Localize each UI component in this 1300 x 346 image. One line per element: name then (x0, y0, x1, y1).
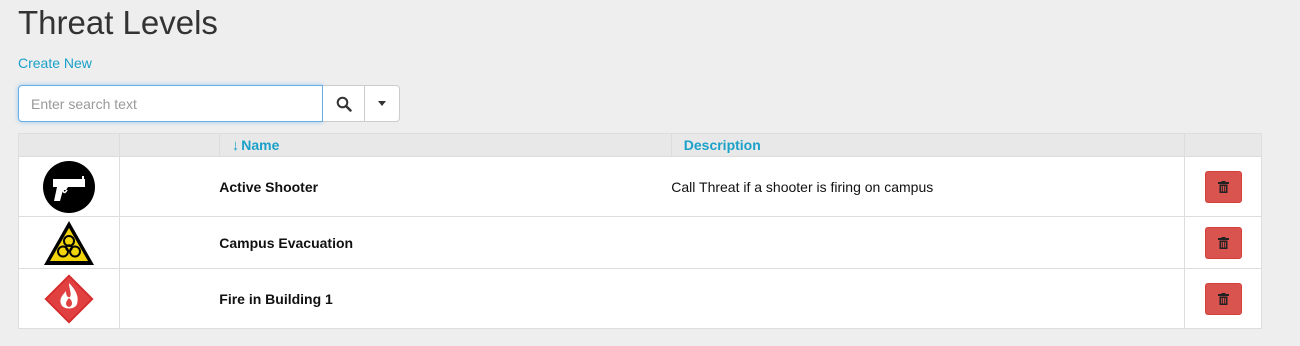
fire-diamond-icon (41, 271, 97, 326)
biohazard-warning-icon (43, 220, 94, 265)
row-name: Fire in Building 1 (219, 268, 672, 329)
row-actions-cell (1184, 156, 1262, 217)
delete-button[interactable] (1204, 170, 1242, 203)
name-column-header[interactable]: ↓ Name (218, 133, 672, 157)
table-row[interactable]: Active Shooter Call Threat if a shooter … (18, 156, 1262, 217)
row-icon-cell (18, 156, 120, 217)
name-column-label: Name (241, 137, 280, 153)
row-description (671, 268, 1185, 329)
spacer-column-header (118, 133, 220, 157)
actions-column-header (1184, 133, 1262, 157)
table-row[interactable]: Campus Evacuation (18, 216, 1262, 269)
create-new-link[interactable]: Create New (18, 55, 92, 71)
row-actions-cell (1184, 268, 1262, 329)
sort-down-arrow-icon: ↓ (231, 136, 240, 154)
table-row[interactable]: Fire in Building 1 (18, 268, 1262, 329)
row-name: Campus Evacuation (219, 216, 672, 269)
page: Threat Levels Create New ↓ Name (0, 0, 1300, 346)
row-actions-cell (1184, 216, 1262, 269)
trash-icon (1217, 180, 1229, 193)
caret-down-icon (378, 101, 386, 106)
search-input[interactable] (18, 85, 323, 122)
row-description (671, 216, 1185, 269)
search-button[interactable] (323, 85, 365, 122)
row-description: Call Threat if a shooter is firing on ca… (671, 156, 1185, 217)
page-title: Threat Levels (18, 4, 218, 41)
search-group (18, 85, 400, 122)
delete-button[interactable] (1204, 282, 1242, 315)
trash-icon (1217, 236, 1229, 249)
trash-icon (1217, 292, 1229, 305)
delete-button[interactable] (1204, 226, 1242, 259)
threat-levels-table: ↓ Name Description Active Shooter Call T… (18, 133, 1262, 329)
pistol-icon (42, 160, 95, 213)
description-column-label: Description (683, 137, 761, 153)
row-spacer-cell (118, 156, 220, 217)
icon-column-header (18, 133, 120, 157)
row-icon-cell (18, 216, 120, 269)
search-options-dropdown-button[interactable] (365, 85, 400, 122)
description-column-header[interactable]: Description (670, 133, 1186, 157)
row-spacer-cell (118, 268, 220, 329)
row-spacer-cell (118, 216, 220, 269)
row-name: Active Shooter (219, 156, 672, 217)
row-icon-cell (18, 268, 120, 329)
table-header-row: ↓ Name Description (18, 133, 1262, 157)
search-icon (336, 96, 352, 112)
